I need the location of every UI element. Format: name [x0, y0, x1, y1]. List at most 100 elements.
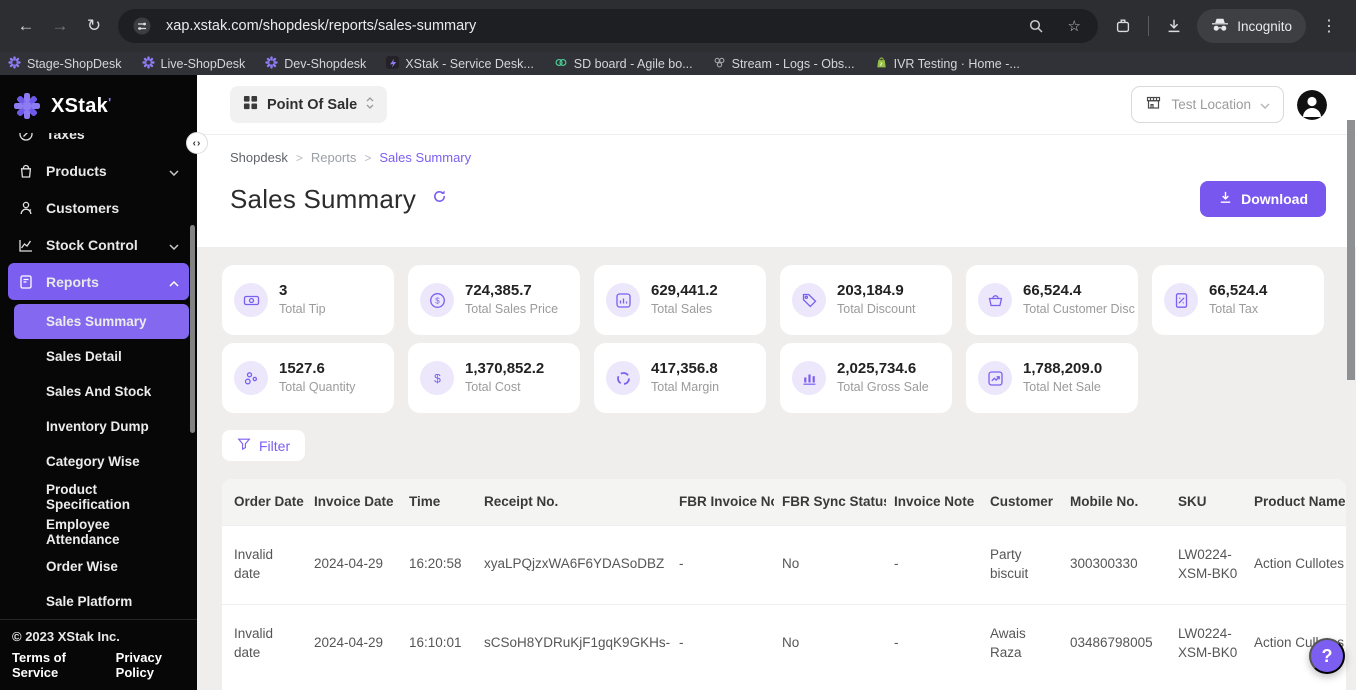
submenu-order-wise[interactable]: Order Wise [14, 549, 189, 584]
col-product-name: Product Name [1246, 479, 1346, 525]
cell-receipt-no: sCSoH8YDRuKjF1gqK9GKHs-1 [476, 603, 671, 683]
sidebar-item-label: Customers [46, 199, 120, 216]
sidebar-item-label: Products [46, 162, 107, 179]
reload-icon[interactable]: ↻ [78, 10, 110, 42]
bookmark-stream-logs[interactable]: Stream - Logs - Obs... [713, 56, 855, 72]
sidebar-item-products[interactable]: Products [8, 152, 189, 189]
submenu-inventory-dump[interactable]: Inventory Dump [14, 409, 189, 444]
refresh-icon[interactable] [432, 189, 447, 209]
back-icon[interactable]: ← [10, 10, 42, 42]
download-button[interactable]: Download [1200, 181, 1326, 217]
point-of-sale-selector[interactable]: Point Of Sale [230, 86, 388, 123]
address-bar[interactable]: xap.xstak.com/shopdesk/reports/sales-sum… [118, 9, 1099, 43]
submenu-sales-summary[interactable]: Sales Summary [14, 304, 189, 339]
stat-value: 66,524.4 [1023, 282, 1082, 300]
page-scrollbar[interactable] [1346, 75, 1356, 690]
bookmark-live-shopdesk[interactable]: Live-ShopDesk [141, 55, 245, 72]
stat-card-total-tip: 3 Total Tip [222, 265, 394, 335]
submenu-sale-platform[interactable]: Sale Platform [14, 584, 189, 613]
location-selector[interactable]: Test Location [1131, 86, 1284, 123]
stat-card-total-gross-sale: 2,025,734.6 Total Gross Sale [780, 343, 952, 413]
chevron-down-icon [169, 237, 179, 253]
site-info-icon[interactable] [128, 12, 156, 40]
sidebar-collapse-toggle[interactable]: ‹› [186, 132, 208, 154]
sidebar-item-customers[interactable]: Customers [8, 189, 189, 226]
cell-order-date: Invalid date [222, 603, 306, 683]
extensions-icon[interactable] [1106, 9, 1140, 43]
avatar[interactable] [1297, 89, 1327, 120]
main-area: Point Of Sale Test Location Shopdesk > R… [197, 75, 1356, 690]
sort-arrows-icon [366, 96, 374, 113]
submenu-sales-and-stock[interactable]: Sales And Stock [14, 374, 189, 409]
stat-label: Total Tip [279, 302, 326, 317]
dollar-circle-icon: $ [420, 283, 454, 317]
incognito-label: Incognito [1237, 18, 1292, 34]
sidebar-item-taxes[interactable]: Taxes [8, 133, 189, 152]
stat-value: 2,025,734.6 [837, 360, 917, 378]
col-sku: SKU [1170, 479, 1246, 525]
submenu-employee-attendance[interactable]: Employee Attendance [14, 514, 189, 549]
flower-icon [8, 55, 21, 72]
sidebar-scrollbar[interactable] [190, 225, 195, 433]
bookmark-label: SD board - Agile bo... [573, 56, 693, 71]
help-button[interactable]: ? [1309, 638, 1345, 674]
downloads-icon[interactable] [1157, 9, 1191, 43]
stat-value: 724,385.7 [465, 282, 532, 300]
xstak-logo-icon [14, 93, 40, 119]
submenu-category-wise[interactable]: Category Wise [14, 444, 189, 479]
cell-sku: LW0224-XSM-BK0 [1170, 603, 1246, 683]
table-row[interactable]: Invalid date 2024-04-29 16:20:58 xyaLPQj… [222, 524, 1346, 604]
forward-icon[interactable]: → [44, 10, 76, 42]
col-fbr-invoice-no: FBR Invoice No [671, 479, 774, 525]
stat-value: 417,356.8 [651, 360, 718, 378]
scrollbar-thumb[interactable] [1347, 120, 1355, 380]
bookmark-sd-board[interactable]: SD board - Agile bo... [554, 56, 693, 72]
cluster-icon [713, 56, 726, 72]
browser-toolbar: ← → ↻ xap.xstak.com/shopdesk/reports/sal… [0, 0, 1356, 52]
sidebar-footer: © 2023 XStak Inc. Terms of Service Priva… [0, 619, 197, 690]
svg-text:$: $ [435, 296, 440, 305]
stat-label: Total Net Sale [1023, 380, 1101, 395]
cell-invoice-note: - [886, 524, 982, 604]
bag-icon [18, 163, 34, 179]
breadcrumb-shopdesk[interactable]: Shopdesk [230, 150, 288, 165]
browser-menu-icon[interactable]: ⋮ [1312, 9, 1346, 43]
table-row[interactable]: Invalid date 2024-04-29 16:10:01 sCSoH8Y… [222, 603, 1346, 683]
xstak-logo[interactable]: XStak' [0, 75, 197, 129]
cell-fbr-invoice-no: - [671, 524, 774, 604]
stat-value: 1,370,852.2 [465, 360, 545, 378]
sidebar-item-stock-control[interactable]: Stock Control [8, 226, 189, 263]
privacy-link[interactable]: Privacy Policy [116, 650, 185, 680]
bookmark-dev-shopdesk[interactable]: Dev-Shopdesk [265, 55, 366, 72]
bookmark-stage-shopdesk[interactable]: Stage-ShopDesk [8, 55, 122, 72]
search-icon[interactable] [1022, 12, 1050, 40]
cash-icon [234, 283, 268, 317]
stat-card-total-customer-disc: 66,524.4 Total Customer Disc [966, 265, 1138, 335]
bookmark-ivr-testing[interactable]: IVR Testing · Home -... [875, 56, 1020, 72]
sidebar-item-label: Taxes [46, 133, 85, 142]
col-invoice-note: Invoice Note [886, 479, 982, 525]
breadcrumb-reports[interactable]: Reports [311, 150, 357, 165]
url-text[interactable]: xap.xstak.com/shopdesk/reports/sales-sum… [166, 18, 1012, 34]
page-title: Sales Summary [230, 183, 417, 214]
page: XStak' Taxes Products Customers Stock Co… [0, 75, 1356, 690]
terms-link[interactable]: Terms of Service [12, 650, 94, 680]
trend-up-icon [978, 361, 1012, 395]
col-mobile-no: Mobile No. [1062, 479, 1170, 525]
filter-label: Filter [259, 437, 291, 454]
bookmark-xstak-service-desk[interactable]: XStak - Service Desk... [386, 55, 534, 72]
sidebar-item-reports[interactable]: Reports [8, 263, 189, 300]
pos-label: Point Of Sale [267, 96, 358, 113]
bookmark-star-icon[interactable]: ☆ [1060, 12, 1088, 40]
sidebar-menu: Taxes Products Customers Stock Control R… [0, 133, 197, 613]
submenu-product-specification[interactable]: Product Specification [14, 479, 189, 514]
cell-customer: Party biscuit [982, 524, 1062, 604]
submenu-sales-detail[interactable]: Sales Detail [14, 339, 189, 374]
stat-card-total-discount: 203,184.9 Total Discount [780, 265, 952, 335]
flower-icon [265, 55, 278, 72]
stat-card-total-tax: 66,524.4 Total Tax [1152, 265, 1324, 335]
filter-button[interactable]: Filter [222, 430, 306, 461]
cell-customer: Awais Raza [982, 603, 1062, 683]
stat-label: Total Discount [837, 302, 916, 317]
breadcrumb: Shopdesk > Reports > Sales Summary [230, 150, 1326, 165]
